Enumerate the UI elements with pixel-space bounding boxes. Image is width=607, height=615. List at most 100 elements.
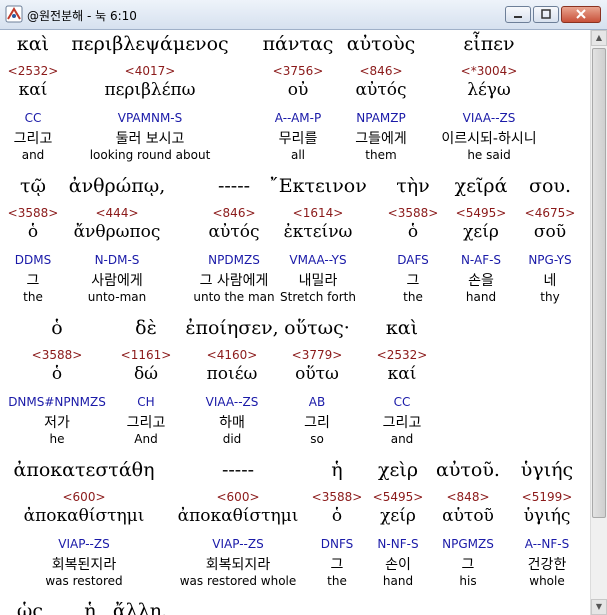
word-lemma: οὕτω [295,364,339,384]
word-greek: σου. [529,175,571,197]
word-korean: 사람에게 [91,273,143,289]
word-lemma: ἐκτείνω [283,222,353,242]
window-title: @원전분해 - 눅 6:10 [27,9,137,23]
word-korean: 그 [461,557,475,573]
word-korean: 그 사람에게 [199,273,269,289]
word-lemma: καί [18,80,48,100]
minimize-button[interactable] [505,6,531,23]
word-lemma: οὐ [287,80,309,100]
word-english: was restored whole [179,574,297,588]
word-lemma: ἀποκαθίστημι [23,506,145,526]
word-korean: 그리고 [382,415,422,431]
word-english: he [49,432,65,446]
word-english: so [310,432,324,446]
word-parse: DDMS [14,253,52,267]
word-greek: ἡ [331,459,343,481]
word-english: unto the man [193,290,275,304]
app-icon[interactable] [5,5,23,23]
minimize-icon [514,16,522,18]
word-lemma: αὐτός [355,80,407,100]
word-lemma: χείρ [380,506,416,526]
word-greek: ὡς [16,600,44,615]
maximize-button[interactable] [533,6,559,23]
word-lemma: χείρ [463,222,499,242]
word-korean: 그리고 [13,131,53,147]
word-num: <3588> [31,348,83,362]
word-lemma: καί [387,364,417,384]
word-parse: N-NF-S [377,537,419,551]
word-greek: εἶπεν [463,33,515,55]
word-greek: καὶ [385,317,419,339]
word-greek: αὐτοὺς [346,33,416,55]
word-lemma: αὑτοῦ [442,506,494,526]
word-greek: οὕτως· [284,317,350,339]
word-num: <3756> [272,64,324,78]
word-english: his [459,574,477,588]
word-korean: 네 [543,273,557,289]
word-greek: πάντας [262,33,334,55]
word-greek: καὶ [16,33,50,55]
word-parse: NPDMZS [208,253,260,267]
word-english: hand [382,574,414,588]
word-parse: NPG-YS [528,253,572,267]
word-korean: 그 [330,557,344,573]
word-num: <600> [216,490,260,504]
word-greek: ὑγιής [520,459,574,481]
word-english: the [403,290,423,304]
word-lemma: αὐτός [208,222,260,242]
word-parse: N-DM-S [94,253,140,267]
scroll-up-arrow[interactable]: ▲ [591,30,607,46]
word-english: Stretch forth [280,290,356,304]
word-parse: DNFS [320,537,354,551]
word-parse: VIAA--ZS [205,395,259,409]
word-english: hand [465,290,497,304]
word-num: <5199> [521,490,573,504]
word-korean: 그 [406,273,420,289]
word-num: <846> [359,64,403,78]
word-greek: δὲ [135,317,157,339]
word-num: <3779> [291,348,343,362]
word-parse: DNMS#NPNMZS [8,395,106,409]
word-parse: VIAA--ZS [462,111,516,125]
word-parse: N-AF-S [460,253,502,267]
word-parse: VIAP--ZS [212,537,264,551]
word-num: <4017> [124,64,176,78]
word-greek: ἀνθρώπῳ, [68,175,166,197]
scroll-thumb[interactable] [592,48,606,518]
word-parse: AB [308,395,326,409]
word-lemma: ὑγιής [523,506,571,526]
word-english: thy [540,290,560,304]
scroll-down-arrow[interactable]: ▼ [591,599,607,615]
word-greek: τῷ [19,175,47,197]
word-parse: VIAP--ZS [58,537,110,551]
word-korean: 그리고 [126,415,166,431]
word-num: <3588> [311,490,363,504]
word-num: <3588> [7,206,59,220]
word-korean: 회복된지라 [51,557,117,573]
word-korean: 내밀라 [298,273,338,289]
word-greek: ----- [221,459,255,481]
maximize-icon [541,9,551,19]
word-num: <444> [95,206,139,220]
word-parse: CC [24,111,42,125]
word-num: <2532> [376,348,428,362]
word-lemma: λέγω [467,80,511,100]
word-korean: 그들에게 [355,131,407,147]
word-greek: ὁ [51,317,63,339]
word-num: <848> [446,490,490,504]
word-greek: αὐτοῦ. [436,459,500,481]
word-num: <1161> [120,348,172,362]
word-num: <5495> [455,206,507,220]
close-icon [576,9,586,19]
word-english: looking round about [89,148,211,162]
vertical-scrollbar[interactable]: ▲ ▼ [590,30,607,615]
word-greek: ῎Εκτεινον [269,175,367,197]
word-parse: A--AM-P [274,111,322,125]
close-button[interactable] [561,6,601,23]
word-num: <3588> [387,206,439,220]
word-english: did [222,432,242,446]
word-english: and [390,432,414,446]
word-parse: A--NF-S [524,537,570,551]
word-korean: 하매 [219,415,245,431]
word-parse: NPAMZP [356,111,406,125]
